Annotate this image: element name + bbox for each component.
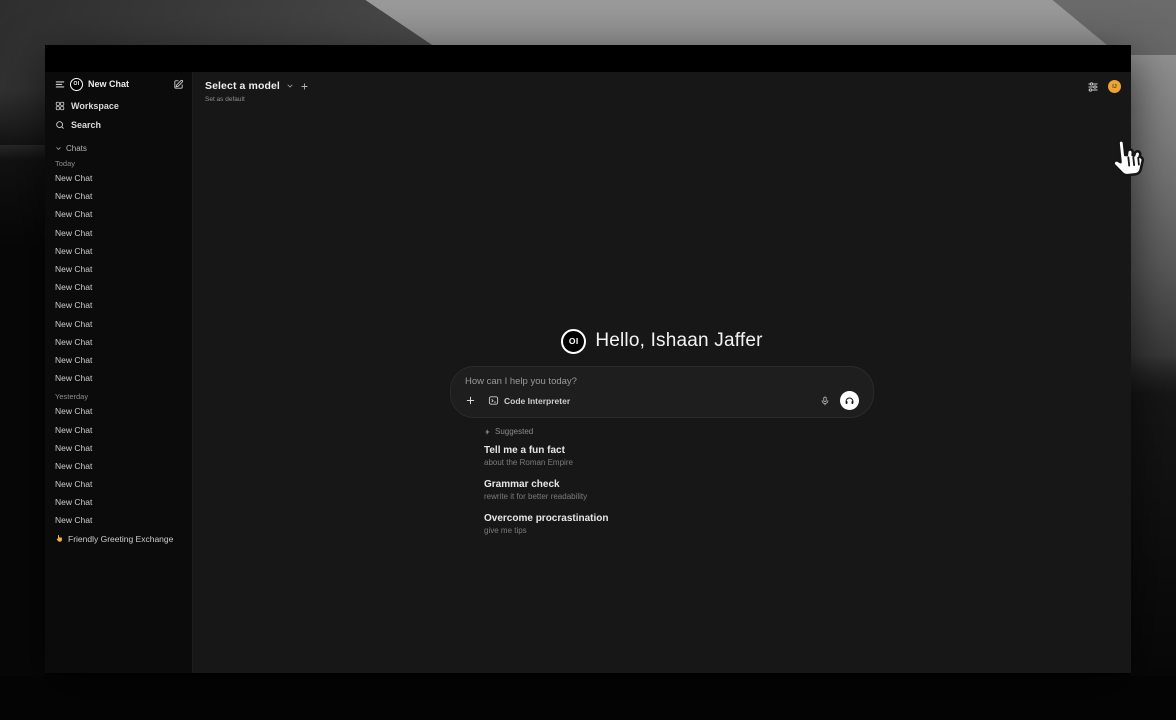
chats-collapse-toggle[interactable]: Chats (55, 142, 182, 154)
sidebar-chat-item[interactable]: New Chat (45, 187, 192, 205)
sidebar-nav: Workspace Search (45, 96, 192, 134)
suggested-section: Suggested Tell me a fun factabout the Ro… (450, 427, 874, 536)
sidebar-chat-item[interactable]: New Chat (45, 439, 192, 457)
greeting-row: OI Hello, Ishaan Jaffer (450, 328, 874, 354)
app-window: OI New Chat Workspace (45, 45, 1131, 673)
user-avatar[interactable]: IJ (1108, 80, 1121, 93)
sidebar-chat-item[interactable]: New Chat (45, 296, 192, 314)
chevron-down-icon (55, 145, 62, 152)
suggested-prompt-title: Tell me a fun fact (484, 444, 874, 457)
sidebar: OI New Chat Workspace (45, 72, 193, 673)
chat-section-label: Yesterday (55, 390, 182, 402)
sidebar-toggle-icon[interactable] (55, 79, 65, 89)
chat-section-label: Today (55, 157, 182, 169)
main-panel: Select a model Set as default (193, 72, 1131, 673)
code-interpreter-icon (488, 395, 499, 406)
openwebui-logo: OI (70, 78, 83, 91)
add-model-icon[interactable] (300, 82, 309, 91)
headphones-icon (844, 395, 855, 406)
code-interpreter-label: Code Interpreter (504, 396, 570, 406)
sidebar-chat-item[interactable]: New Chat (45, 402, 192, 420)
sidebar-chat-item[interactable]: New Chat (45, 420, 192, 438)
suggested-prompt[interactable]: Grammar checkrewrite it for better reada… (484, 478, 874, 502)
suggested-list: Tell me a fun factabout the Roman Empire… (484, 444, 874, 536)
suggested-header: Suggested (484, 427, 874, 436)
input-controls: Code Interpreter (465, 391, 859, 410)
suggested-prompt-subtitle: give me tips (484, 526, 874, 536)
sidebar-chat-sections: TodayNew ChatNew ChatNew ChatNew ChatNew… (45, 157, 192, 530)
suggested-prompt-subtitle: rewrite it for better readability (484, 492, 874, 502)
welcome-section: OI Hello, Ishaan Jaffer How can I help y… (450, 328, 874, 546)
new-chat-icon[interactable] (173, 79, 184, 90)
greeting-text: Hello, Ishaan Jaffer (595, 330, 762, 352)
sidebar-chat-item[interactable]: New Chat (45, 278, 192, 296)
sidebar-chat-item[interactable]: New Chat (45, 333, 192, 351)
sidebar-chat-item[interactable]: New Chat (45, 511, 192, 529)
model-selector[interactable]: Select a model (205, 78, 309, 94)
background-shape (0, 676, 1176, 720)
code-interpreter-toggle[interactable]: Code Interpreter (488, 395, 570, 406)
suggested-prompt[interactable]: Overcome procrastinationgive me tips (484, 512, 874, 536)
input-right-controls (820, 391, 859, 410)
sidebar-chat-item[interactable]: New Chat (45, 315, 192, 333)
sidebar-item-label: Workspace (71, 101, 119, 111)
sidebar-chat-item[interactable]: New Chat (45, 351, 192, 369)
openwebui-app: OI New Chat Workspace (45, 72, 1131, 673)
suggested-prompt-title: Overcome procrastination (484, 512, 874, 525)
sidebar-chat-item[interactable]: New Chat (45, 260, 192, 278)
bolt-icon (484, 428, 491, 436)
wave-emoji-icon (55, 534, 64, 543)
sidebar-chat-item-named[interactable]: Friendly Greeting Exchange (45, 530, 192, 548)
sidebar-chat-item[interactable]: New Chat (45, 457, 192, 475)
message-input[interactable]: How can I help you today? (465, 376, 859, 387)
message-input-card: How can I help you today? Code Interpret… (450, 366, 874, 418)
screen: OI New Chat Workspace (0, 0, 1176, 720)
sidebar-item-workspace[interactable]: Workspace (45, 96, 192, 115)
sidebar-chat-item[interactable]: New Chat (45, 242, 192, 260)
sidebar-item-search[interactable]: Search (45, 115, 192, 134)
main-header: Select a model Set as default (193, 72, 1131, 103)
attach-plus-icon[interactable] (465, 395, 476, 406)
suggested-prompt-subtitle: about the Roman Empire (484, 458, 874, 468)
sidebar-chat-item[interactable]: New Chat (45, 205, 192, 223)
suggested-prompt-title: Grammar check (484, 478, 874, 491)
microphone-icon[interactable] (820, 395, 830, 407)
sidebar-chat-item[interactable]: New Chat (45, 493, 192, 511)
chats-header-label: Chats (66, 144, 87, 153)
chevron-down-icon (286, 82, 294, 90)
voice-call-button[interactable] (840, 391, 859, 410)
sidebar-item-label: Search (71, 120, 101, 130)
suggested-label: Suggested (495, 427, 533, 436)
sidebar-chat-item[interactable]: New Chat (45, 475, 192, 493)
workspace-icon (55, 101, 65, 111)
header-right-controls: IJ (1087, 78, 1121, 93)
openwebui-logo-large: OI (561, 329, 586, 354)
sidebar-header: OI New Chat (55, 76, 184, 92)
model-selector-group: Select a model Set as default (205, 78, 309, 103)
suggested-prompt[interactable]: Tell me a fun factabout the Roman Empire (484, 444, 874, 468)
background-shape (0, 90, 46, 720)
window-titlebar (45, 45, 1131, 72)
sidebar-chat-item[interactable]: New Chat (45, 169, 192, 187)
sidebar-title: New Chat (88, 79, 168, 89)
set-as-default-button[interactable]: Set as default (205, 96, 309, 103)
named-chat-label: Friendly Greeting Exchange (68, 534, 173, 544)
sidebar-chat-item[interactable]: New Chat (45, 369, 192, 387)
sidebar-chat-item[interactable]: New Chat (45, 224, 192, 242)
search-icon (55, 120, 65, 130)
controls-sliders-icon[interactable] (1087, 81, 1099, 93)
model-selector-label: Select a model (205, 80, 280, 92)
background-shape (1130, 355, 1176, 720)
